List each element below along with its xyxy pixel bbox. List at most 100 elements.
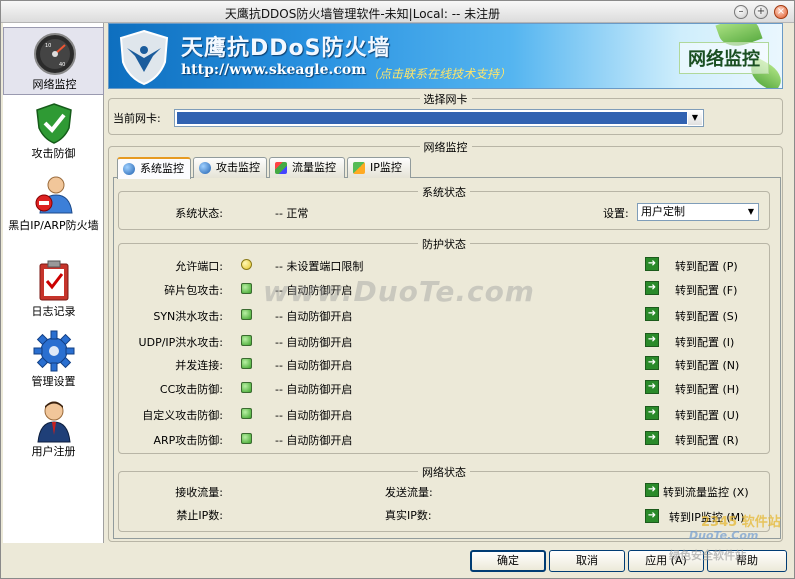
title-bar[interactable]: 天鹰抗DDOS防火墙管理软件-未知|Local: -- 未注册 – + × xyxy=(1,1,794,23)
maximize-button[interactable]: + xyxy=(754,5,768,19)
sidebar: 10 40 网络监控 攻击防御 黑白IP/ARP防火墙 日志记录 管理设置 用户… xyxy=(3,23,104,543)
status-led-green xyxy=(241,382,252,393)
sidebar-item-settings[interactable]: 管理设置 xyxy=(3,325,104,393)
sidebar-item-label: 日志记录 xyxy=(31,305,76,318)
setting-select-value: 用户定制 xyxy=(641,205,685,218)
gear-icon xyxy=(33,330,75,372)
status-led-green xyxy=(241,283,252,294)
svg-text:40: 40 xyxy=(59,62,65,68)
arrow-right-icon[interactable]: ➜ xyxy=(645,431,659,445)
globe-icon xyxy=(199,162,211,174)
status-led-green xyxy=(241,335,252,346)
banner-url[interactable]: http://www.skeagle.com xyxy=(181,62,366,78)
watermark-text: 绿色安全软件站 xyxy=(669,549,746,562)
arrow-right-icon[interactable]: ➜ xyxy=(645,406,659,420)
goto-config-link-concurrent[interactable]: 转到配置 (N) xyxy=(675,357,739,373)
sidebar-item-label: 攻击防御 xyxy=(31,147,76,160)
globe-icon xyxy=(123,163,135,175)
blocked-ip-label: 禁止IP数: xyxy=(176,509,223,522)
arrow-right-icon[interactable]: ➜ xyxy=(645,356,659,370)
banner-title: 天鹰抗DDoS防火墙 xyxy=(181,36,391,61)
chevron-down-icon[interactable]: ▼ xyxy=(748,204,754,220)
group-title: 网络监控 xyxy=(419,141,472,154)
watermark: www.DuoTe.com xyxy=(263,275,535,308)
goto-config-link-syn[interactable]: 转到配置 (S) xyxy=(675,308,738,324)
real-ip-label: 真实IP数: xyxy=(385,509,432,522)
banner-section-title: 网络监控 xyxy=(679,42,769,74)
sidebar-item-label: 黑白IP/ARP防火墙 xyxy=(8,219,99,232)
group-title: 防护状态 xyxy=(418,238,470,251)
setting-select[interactable]: 用户定制 ▼ xyxy=(637,203,759,221)
protection-row-status: -- 自动防御开启 xyxy=(275,434,353,447)
arrow-right-icon[interactable]: ➜ xyxy=(645,307,659,321)
tab-label: 攻击监控 xyxy=(216,161,260,174)
sidebar-item-label: 网络监控 xyxy=(32,78,77,91)
send-traffic-label: 发送流量: xyxy=(385,486,433,499)
chevron-down-icon[interactable]: ▼ xyxy=(688,111,702,125)
gauge-icon: 10 40 xyxy=(34,33,76,75)
tab-label: IP监控 xyxy=(370,161,402,174)
group-title: 网络状态 xyxy=(418,466,470,479)
nic-select[interactable]: ▼ xyxy=(174,109,704,127)
cancel-button[interactable]: 取消 xyxy=(549,550,625,572)
arrow-right-icon[interactable]: ➜ xyxy=(645,257,659,271)
protection-row-status: -- 自动防御开启 xyxy=(275,310,353,323)
eagle-logo-icon xyxy=(119,29,169,86)
user-forbidden-icon xyxy=(35,176,73,214)
arrow-right-icon[interactable]: ➜ xyxy=(645,509,659,523)
tab-attack-monitor[interactable]: 攻击监控 xyxy=(193,157,267,178)
sidebar-item-register[interactable]: 用户注册 xyxy=(3,395,104,463)
tab-label: 系统监控 xyxy=(140,162,184,175)
group-title: 选择网卡 xyxy=(419,93,472,106)
status-led-green xyxy=(241,433,252,444)
nic-label: 当前网卡: xyxy=(113,112,161,125)
tab-traffic-monitor[interactable]: 流量监控 xyxy=(269,157,345,178)
goto-config-link-arp[interactable]: 转到配置 (R) xyxy=(675,432,739,448)
goto-config-link-ports[interactable]: 转到配置 (P) xyxy=(675,258,738,274)
sidebar-item-label: 用户注册 xyxy=(31,445,76,458)
goto-config-link-custom[interactable]: 转到配置 (U) xyxy=(675,407,739,423)
goto-config-link-udp[interactable]: 转到配置 (I) xyxy=(675,334,734,350)
system-status-value: -- 正常 xyxy=(275,207,309,220)
arrow-right-icon[interactable]: ➜ xyxy=(645,281,659,295)
clipboard-check-icon xyxy=(39,260,69,301)
close-button[interactable]: × xyxy=(774,5,788,19)
sidebar-item-network-monitor[interactable]: 10 40 网络监控 xyxy=(3,27,104,95)
ok-button[interactable]: 确定 xyxy=(470,550,546,572)
sidebar-item-label: 管理设置 xyxy=(31,375,76,388)
protection-row-status: -- 自动防御开启 xyxy=(275,336,353,349)
goto-traffic-monitor-link[interactable]: 转到流量监控 (X) xyxy=(663,484,749,500)
banner[interactable]: 天鹰抗DDoS防火墙 http://www.skeagle.com （点击联系在… xyxy=(108,23,783,89)
goto-config-link-fragment[interactable]: 转到配置 (F) xyxy=(675,282,737,298)
nic-selected-value xyxy=(177,112,687,124)
watermark-text: DuoTe.Com xyxy=(689,529,759,542)
banner-contact-link[interactable]: （点击联系在线技术支持） xyxy=(367,65,511,82)
svg-text:10: 10 xyxy=(45,43,51,49)
minimize-button[interactable]: – xyxy=(734,5,748,19)
main-window: 天鹰抗DDOS防火墙管理软件-未知|Local: -- 未注册 – + × 10… xyxy=(0,0,795,579)
tab-label: 流量监控 xyxy=(292,161,336,174)
protection-row-status: -- 未设置端口限制 xyxy=(275,260,364,273)
protection-row-label: SYN洪水攻击: xyxy=(153,310,223,323)
chart-icon xyxy=(275,162,287,174)
sidebar-item-logs[interactable]: 日志记录 xyxy=(3,255,104,323)
recv-traffic-label: 接收流量: xyxy=(175,486,223,499)
goto-config-link-cc[interactable]: 转到配置 (H) xyxy=(675,381,739,397)
protection-row-label: CC攻击防御: xyxy=(159,383,223,396)
protection-row-label: UDP/IP洪水攻击: xyxy=(138,336,223,349)
status-led-green xyxy=(241,309,252,320)
sidebar-item-attack-defense[interactable]: 攻击防御 xyxy=(3,97,104,165)
protection-row-label: 并发连接: xyxy=(175,359,223,372)
tab-ip-monitor[interactable]: IP监控 xyxy=(347,157,411,178)
sidebar-item-blackwhite-ip[interactable]: 黑白IP/ARP防火墙 xyxy=(3,169,104,237)
tab-system-monitor[interactable]: 系统监控 xyxy=(117,157,191,179)
arrow-right-icon[interactable]: ➜ xyxy=(645,483,659,497)
arrow-right-icon[interactable]: ➜ xyxy=(645,333,659,347)
corner-watermark: 2345 软件站 DuoTe.Com 绿色安全软件站 xyxy=(661,509,791,567)
network-icon xyxy=(353,162,365,174)
arrow-right-icon[interactable]: ➜ xyxy=(645,380,659,394)
status-led-green xyxy=(241,408,252,419)
user-tie-icon xyxy=(37,401,71,443)
setting-label: 设置: xyxy=(603,207,629,220)
protection-row-label: 允许端口: xyxy=(175,260,223,273)
